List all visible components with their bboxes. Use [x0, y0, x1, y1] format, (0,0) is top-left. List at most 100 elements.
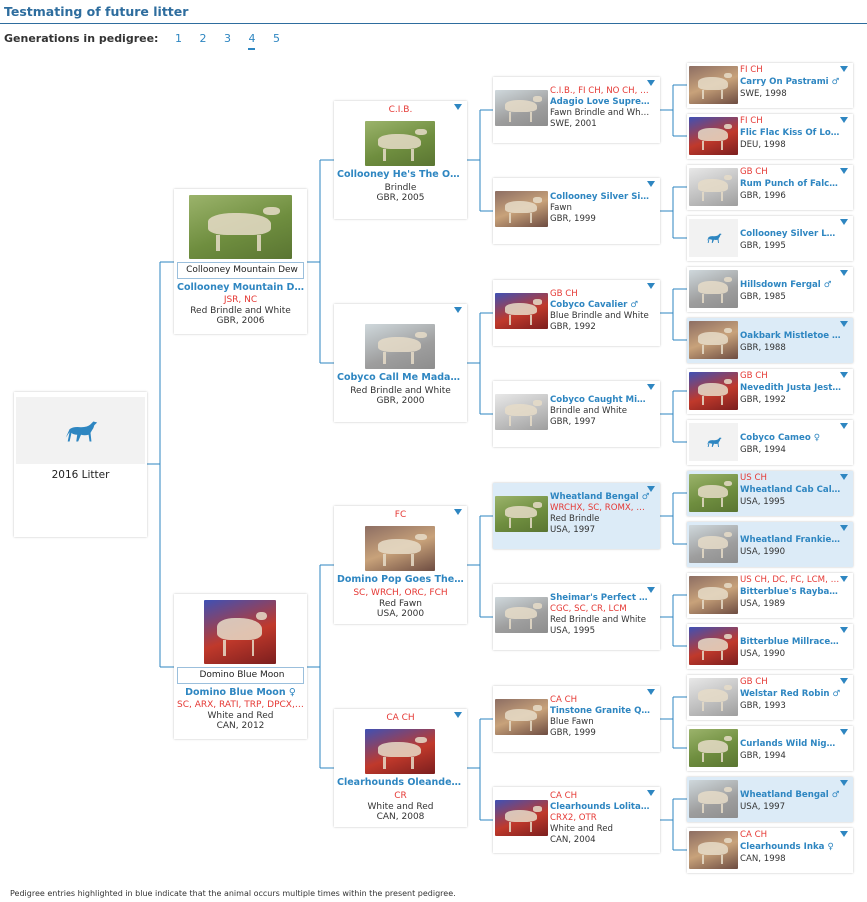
gen3-name[interactable]: Collooney Silver Silas ...	[550, 192, 650, 203]
gen2-card[interactable]: FC Domino Pop Goes The We... SC, WRCH, ORC…	[334, 506, 467, 624]
gen4-name[interactable]: Nevedith Justa Jesta ♂	[740, 383, 841, 394]
gen2-name[interactable]: Clearhounds Oleander ♀	[334, 777, 467, 788]
dam-card[interactable]: Domino Blue Moon Domino Blue Moon ♀ SC, …	[174, 594, 307, 739]
gen3-name[interactable]: Wheatland Bengal ♂	[550, 492, 650, 503]
gen4-name[interactable]: Bitterblue's Raybar Pe...	[740, 587, 841, 598]
sire-name-input[interactable]: Collooney Mountain Dew	[177, 262, 304, 279]
gen3-name[interactable]: Cobyco Cavalier ♂	[550, 300, 650, 311]
gen3-card[interactable]: GB CH Cobyco Cavalier ♂ Blue Brindle and W…	[493, 280, 660, 346]
gen4-name[interactable]: Wheatland Bengal ♂	[740, 790, 841, 801]
greyhound-icon	[706, 233, 722, 243]
gen4-photo	[689, 729, 738, 767]
gen4-name[interactable]: Flic Flac Kiss Of Love ♀	[740, 128, 841, 139]
gen4-name[interactable]: Clearhounds Inka ♀	[740, 842, 841, 853]
gen2-card[interactable]: CA CH Clearhounds Oleander ♀ CR White and R…	[334, 709, 467, 827]
chevron-down-icon[interactable]	[840, 117, 848, 123]
gen3-origin: GBR, 1999	[550, 728, 596, 738]
gen4-name[interactable]: Rum Punch of Falconc...	[740, 179, 841, 190]
gen4-origin: GBR, 1988	[740, 343, 786, 353]
gen4-origin: GBR, 1993	[740, 701, 786, 711]
gen4-card[interactable]: Oakbark Mistletoe An...GBR, 1988	[687, 318, 853, 363]
chevron-down-icon[interactable]	[840, 372, 848, 378]
gen2-name[interactable]: Collooney He's The One ♂	[334, 169, 467, 180]
chevron-down-icon[interactable]	[840, 627, 848, 633]
gen3-card[interactable]: CA CHTinstone Granite Quo...Blue FawnGBR…	[493, 686, 660, 752]
gen3-origin: CAN, 2004	[550, 835, 596, 845]
dam-name[interactable]: Domino Blue Moon ♀	[174, 687, 307, 698]
chevron-down-icon[interactable]	[840, 66, 848, 72]
gen4-card[interactable]: FI CH Flic Flac Kiss Of Love ♀ DEU, 1998	[687, 114, 853, 159]
gen4-card[interactable]: CA CH Clearhounds Inka ♀ CAN, 1998	[687, 828, 853, 873]
chevron-down-icon[interactable]	[647, 384, 655, 390]
gen4-name[interactable]: Collooney Silver Lace ♀	[740, 229, 841, 240]
chevron-down-icon[interactable]	[840, 780, 848, 786]
chevron-down-icon[interactable]	[840, 525, 848, 531]
gen3-name[interactable]: Cobyco Caught Misbe...	[550, 395, 650, 406]
gen3-name[interactable]: Clearhounds Lolita ♀	[550, 802, 650, 813]
gen4-card[interactable]: Wheatland Frankie Su...USA, 1990	[687, 522, 853, 567]
chevron-down-icon[interactable]	[840, 474, 848, 480]
gen3-card[interactable]: Cobyco Caught Misbe...Brindle and WhiteG…	[493, 381, 660, 447]
gen4-card[interactable]: Cobyco Cameo ♀ GBR, 1994	[687, 420, 853, 465]
gen3-card[interactable]: Wheatland Bengal ♂WRCHX, SC, ROMX, SOR..…	[493, 483, 660, 549]
gen2-origin: GBR, 2000	[376, 396, 425, 406]
gen3-name[interactable]: Sheimar's Perfect Ali...	[550, 593, 650, 604]
gen3-card[interactable]: Sheimar's Perfect Ali...CGC, SC, CR, LCM…	[493, 584, 660, 650]
gen4-card[interactable]: US CH, DC, FC, LCM, FCH Bitterblue's Rayb…	[687, 573, 853, 618]
dam-name-input[interactable]: Domino Blue Moon	[177, 667, 304, 684]
chevron-down-icon[interactable]	[840, 576, 848, 582]
gen4-card[interactable]: GB CH Nevedith Justa Jesta ♂ GBR, 1992	[687, 369, 853, 414]
gen4-name[interactable]: Welstar Red Robin ♂	[740, 689, 841, 700]
gen4-name[interactable]: Carry On Pastrami ♂	[740, 77, 841, 88]
chevron-down-icon[interactable]	[647, 181, 655, 187]
gen3-color: Blue Fawn	[550, 717, 594, 727]
gen3-name[interactable]: Tinstone Granite Quo...	[550, 706, 650, 717]
gen4-card[interactable]: US CH Wheatland Cab Callo... USA, 1995	[687, 471, 853, 516]
gen4-card[interactable]: Wheatland Bengal ♂ USA, 1997	[687, 777, 853, 822]
gen4-name[interactable]: Cobyco Cameo ♀	[740, 433, 841, 444]
litter-card[interactable]: 2016 Litter	[14, 392, 147, 537]
gen4-card[interactable]: Collooney Silver Lace ♀GBR, 1995	[687, 216, 853, 261]
chevron-down-icon[interactable]	[840, 168, 848, 174]
gen4-name[interactable]: Wheatland Frankie Su...	[740, 535, 841, 546]
gen4-name[interactable]: Curlands Wild Nights ...	[740, 739, 841, 750]
chevron-down-icon[interactable]	[454, 307, 462, 313]
gen3-card[interactable]: Collooney Silver Silas ...FawnGBR, 1999	[493, 178, 660, 244]
sire-name[interactable]: Collooney Mountain Dew ♂	[174, 282, 307, 293]
gen4-name[interactable]: Hillsdown Fergal ♂	[740, 280, 841, 291]
gen3-color: White and Red	[550, 824, 613, 834]
gen3-origin: GBR, 1999	[550, 214, 596, 224]
gen3-card[interactable]: CA CH Clearhounds Lolita ♀ CRX2, OTR White …	[493, 787, 660, 853]
chevron-down-icon[interactable]	[840, 729, 848, 735]
gen3-card[interactable]: C.I.B., FI CH, NO CH, S... Adagio Love Su…	[493, 77, 660, 143]
gen4-title: GB CH	[740, 677, 768, 687]
gen3-name[interactable]: Adagio Love Supreme...	[550, 97, 650, 108]
gen4-photo	[689, 525, 738, 563]
gen4-name[interactable]: Oakbark Mistletoe An...	[740, 331, 841, 342]
gen4-card[interactable]: GB CH Rum Punch of Falconc...GBR, 1996	[687, 165, 853, 210]
gen3-photo	[495, 90, 548, 126]
sire-card[interactable]: Collooney Mountain Dew Collooney Mountai…	[174, 189, 307, 334]
gen2-name[interactable]: Domino Pop Goes The We...	[334, 574, 467, 585]
gen3-origin: SWE, 2001	[550, 119, 597, 129]
gen4-card[interactable]: GB CH Welstar Red Robin ♂ GBR, 1993	[687, 675, 853, 720]
gen4-name[interactable]: Wheatland Cab Callo...	[740, 485, 841, 496]
chevron-down-icon[interactable]	[840, 423, 848, 429]
gen4-card[interactable]: Bitterblue Millrace Ma...USA, 1990	[687, 624, 853, 669]
gen3-color: Red Brindle and White	[550, 615, 647, 625]
gen4-name[interactable]: Bitterblue Millrace Ma...	[740, 637, 841, 648]
chevron-down-icon[interactable]	[840, 219, 848, 225]
gen4-card[interactable]: FI CH Carry On Pastrami ♂ SWE, 1998	[687, 63, 853, 108]
gen4-card[interactable]: Hillsdown Fergal ♂ GBR, 1985	[687, 267, 853, 312]
gen4-card[interactable]: Curlands Wild Nights ...GBR, 1994	[687, 726, 853, 771]
gen3-sub: CRX2, OTR	[550, 813, 597, 823]
chevron-down-icon[interactable]	[840, 678, 848, 684]
gen2-card[interactable]: C.I.B. Collooney He's The One ♂ Brindle GBR…	[334, 101, 467, 219]
gen4-photo	[689, 576, 738, 614]
chevron-down-icon[interactable]	[840, 831, 848, 837]
gen2-card[interactable]: Cobyco Call Me Madam at ...Red Brindle a…	[334, 304, 467, 422]
gen2-name[interactable]: Cobyco Call Me Madam at ...	[334, 372, 467, 383]
chevron-down-icon[interactable]	[840, 321, 848, 327]
chevron-down-icon[interactable]	[840, 270, 848, 276]
gen4-photo-placeholder	[689, 219, 738, 257]
